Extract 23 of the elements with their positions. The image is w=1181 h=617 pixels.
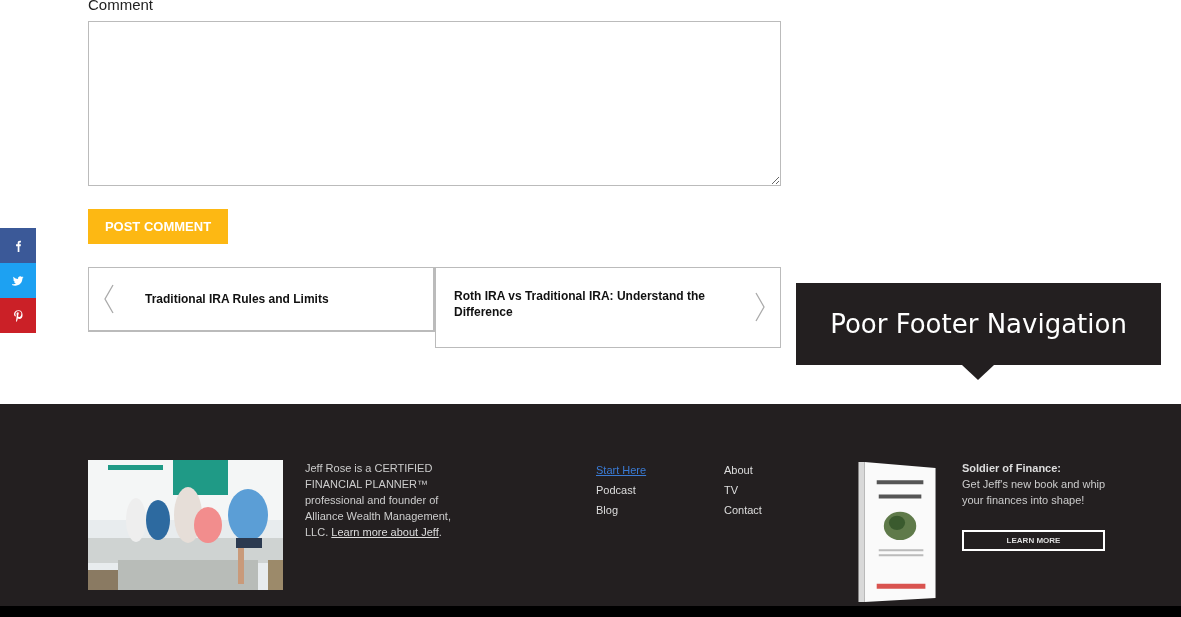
footer-link[interactable]: Start Here xyxy=(596,460,647,480)
promo-text: Get Jeff's new book and whip your finances into shape! xyxy=(962,477,1107,508)
callout-text: Poor Footer Navigation xyxy=(830,309,1127,339)
chevron-right-icon xyxy=(754,292,766,322)
bird-icon xyxy=(11,274,25,287)
comment-field[interactable] xyxy=(88,21,781,186)
share-button[interactable] xyxy=(0,263,36,298)
footer-link[interactable]: Blog xyxy=(596,500,619,520)
learn-more-button[interactable]: LEARN MORE xyxy=(962,530,1105,551)
share-button[interactable] xyxy=(0,228,36,263)
promo-title: Soldier of Finance: xyxy=(962,461,1062,476)
field-label: Comment xyxy=(88,0,154,15)
footer-link[interactable]: TV xyxy=(724,480,739,500)
footer-link[interactable]: Contact xyxy=(724,500,762,520)
post-link[interactable]: Traditional IRA Rules and Limits xyxy=(88,267,435,332)
post-link[interactable]: Roth IRA vs Traditional IRA: Understand the Difference xyxy=(435,267,781,348)
share-button[interactable] xyxy=(0,298,36,333)
chevron-left-icon xyxy=(103,284,115,314)
bio-link[interactable]: Learn more about Jeff xyxy=(331,526,439,538)
bio-text: Jeff Rose is a CERTIFIED FINANCIAL PLANNER™ professional and founder of Alliance Wealth Management, LLC. Learn more about Jeff. xyxy=(305,461,452,540)
footer-link[interactable]: Podcast xyxy=(596,480,636,500)
pin-icon xyxy=(11,309,25,322)
footer-link[interactable]: About xyxy=(724,460,753,480)
